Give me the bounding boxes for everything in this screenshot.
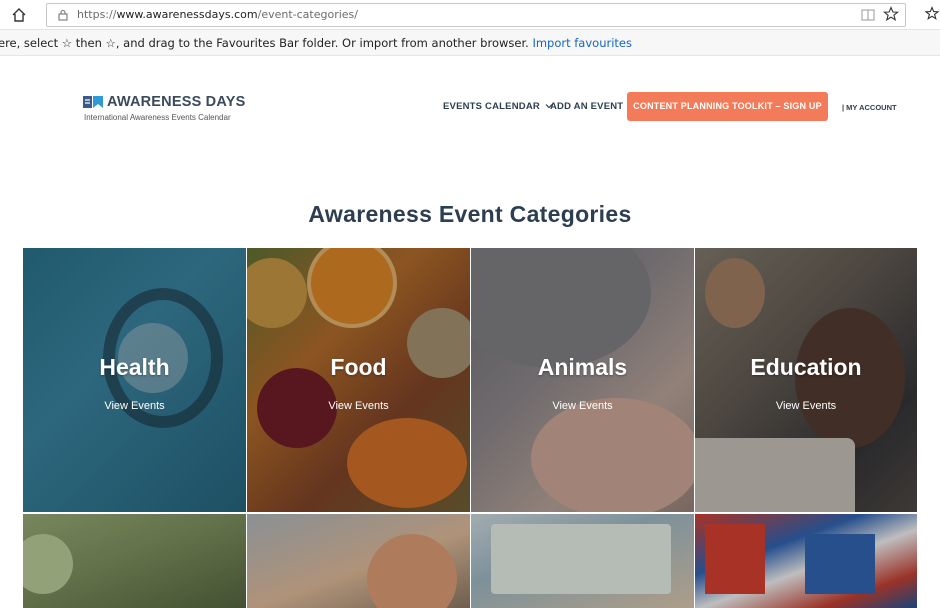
- nav-events-calendar[interactable]: EVENTS CALENDAR: [443, 101, 553, 112]
- category-tile-animals[interactable]: Animals View Events: [471, 248, 694, 512]
- view-events-link[interactable]: View Events: [695, 400, 917, 412]
- view-events-link[interactable]: View Events: [23, 400, 246, 412]
- tile-overlay: [471, 514, 694, 608]
- tile-overlay: [247, 514, 470, 608]
- logo-subtitle: International Awareness Events Calendar: [84, 113, 231, 122]
- url-text[interactable]: https://www.awarenessdays.com/event-cate…: [77, 8, 358, 21]
- tile-overlay: [23, 514, 246, 608]
- category-tile-health[interactable]: Health View Events: [23, 248, 246, 512]
- nav-my-account[interactable]: | MY ACCOUNT: [842, 103, 897, 112]
- import-favourites-link[interactable]: Import favourites: [532, 36, 632, 50]
- category-tile-row2-3[interactable]: [471, 514, 694, 608]
- site-logo[interactable]: AWARENESS DAYS International Awareness E…: [83, 92, 253, 126]
- category-tile-education[interactable]: Education View Events: [695, 248, 917, 512]
- category-name: Animals: [537, 354, 628, 380]
- category-name: Education: [750, 354, 862, 380]
- reader-view-icon[interactable]: [861, 9, 875, 21]
- home-icon[interactable]: [10, 6, 28, 24]
- nav-events-calendar-label: EVENTS CALENDAR: [443, 101, 540, 112]
- tile-overlay: [695, 514, 917, 608]
- page-title: Awareness Event Categories: [308, 201, 632, 227]
- category-tile-row2-2[interactable]: [247, 514, 470, 608]
- nav-add-event[interactable]: ADD AN EVENT: [550, 101, 623, 112]
- url-host: www.awarenessdays.com: [116, 8, 258, 21]
- logo-title: AWARENESS DAYS: [107, 94, 246, 110]
- url-field[interactable]: https://www.awarenessdays.com/event-cate…: [46, 3, 906, 27]
- category-tile-food[interactable]: Food View Events: [247, 248, 470, 512]
- favourites-bar-text: ere, select ☆ then ☆, and drag to the Fa…: [0, 36, 529, 50]
- browser-address-bar: https://www.awarenessdays.com/event-cate…: [0, 0, 940, 30]
- favourites-bar-message: ere, select ☆ then ☆, and drag to the Fa…: [0, 36, 632, 50]
- category-name: Food: [330, 354, 387, 380]
- view-events-link[interactable]: View Events: [471, 400, 694, 412]
- category-name: Health: [99, 354, 170, 380]
- category-tile-row2-1[interactable]: [23, 514, 246, 608]
- lock-icon[interactable]: [57, 9, 69, 21]
- star-icon[interactable]: [883, 6, 899, 22]
- url-path: /event-categories/: [257, 8, 358, 21]
- category-tile-row2-4[interactable]: [695, 514, 917, 608]
- cta-signup-button[interactable]: CONTENT PLANNING TOOLKIT – SIGN UP: [627, 92, 828, 121]
- url-prefix: https://: [77, 8, 117, 21]
- favourites-bar: ere, select ☆ then ☆, and drag to the Fa…: [0, 30, 940, 56]
- favourites-icon[interactable]: [925, 6, 940, 22]
- logo-mark-icon: [83, 96, 103, 108]
- view-events-link[interactable]: View Events: [247, 400, 470, 412]
